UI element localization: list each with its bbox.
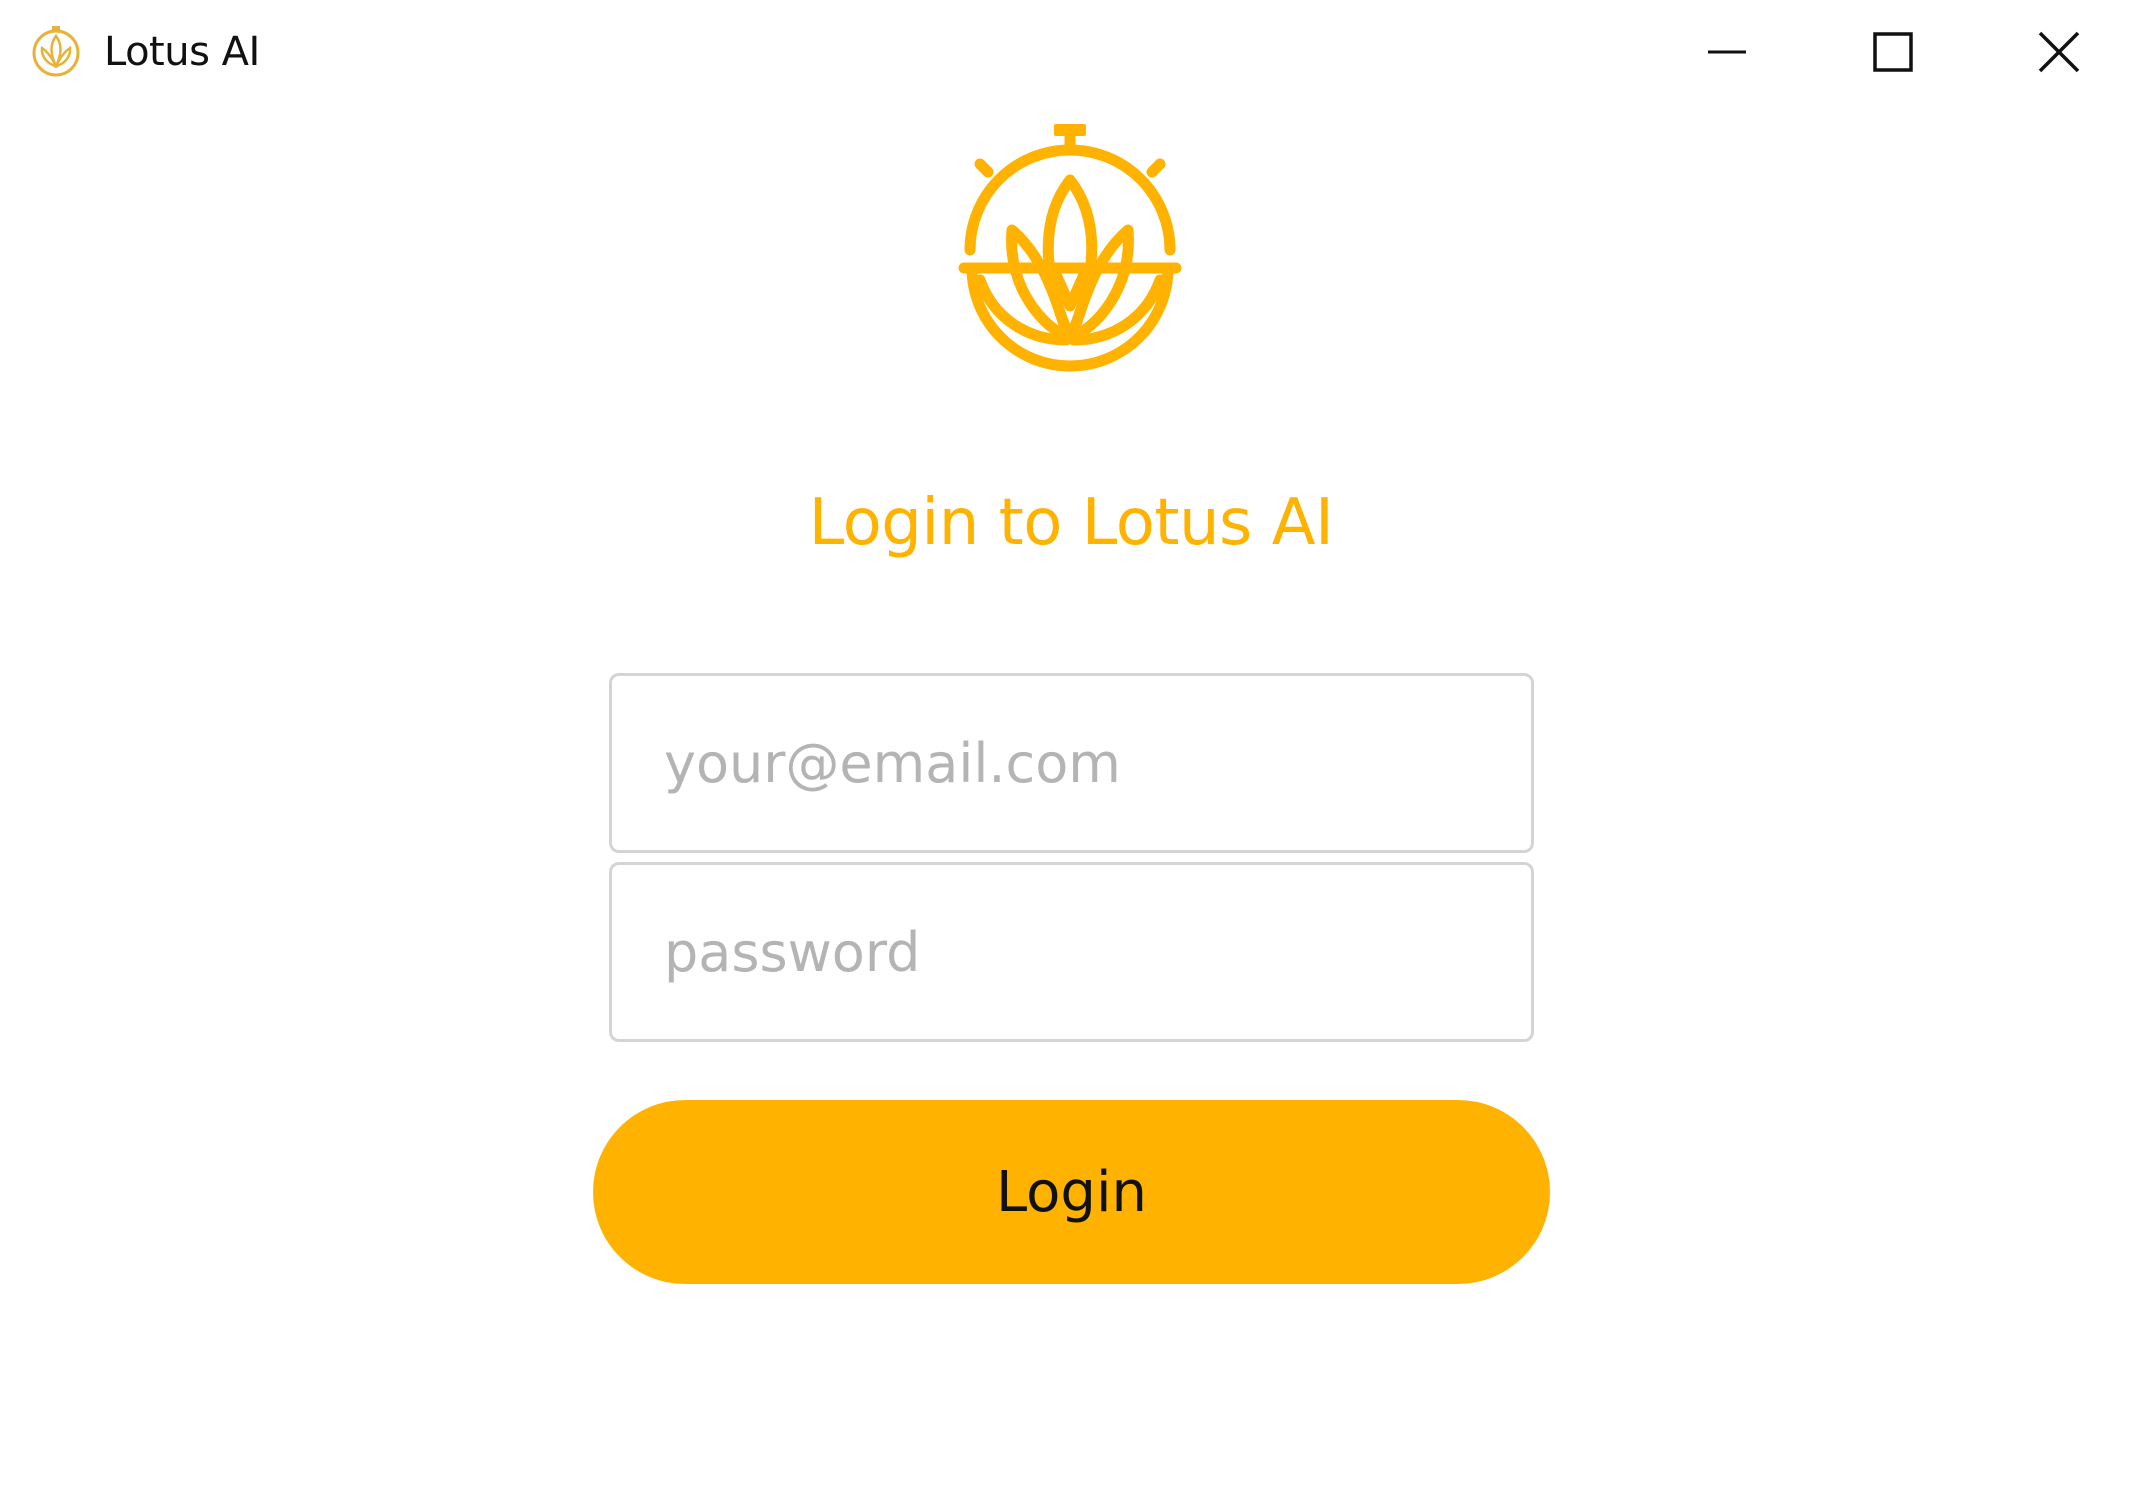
close-button[interactable] xyxy=(1976,0,2142,104)
login-button[interactable]: Login xyxy=(593,1100,1550,1284)
maximize-button[interactable] xyxy=(1810,0,1976,104)
page-title: Login to Lotus AI xyxy=(808,486,1334,560)
lotus-stopwatch-logo-icon xyxy=(950,120,1190,380)
login-window: Lotus AI Login to Lotus AI your@email.co… xyxy=(0,0,2142,1508)
email-field[interactable] xyxy=(609,673,1534,853)
minimize-button[interactable] xyxy=(1644,0,1810,104)
password-field[interactable] xyxy=(609,862,1534,1042)
maximize-icon xyxy=(1873,32,1913,72)
window-title: Lotus AI xyxy=(104,29,260,75)
app-lotus-icon xyxy=(27,22,85,80)
close-icon xyxy=(2038,31,2080,73)
title-bar[interactable]: Lotus AI xyxy=(0,0,2142,108)
minimize-icon xyxy=(1708,50,1746,54)
